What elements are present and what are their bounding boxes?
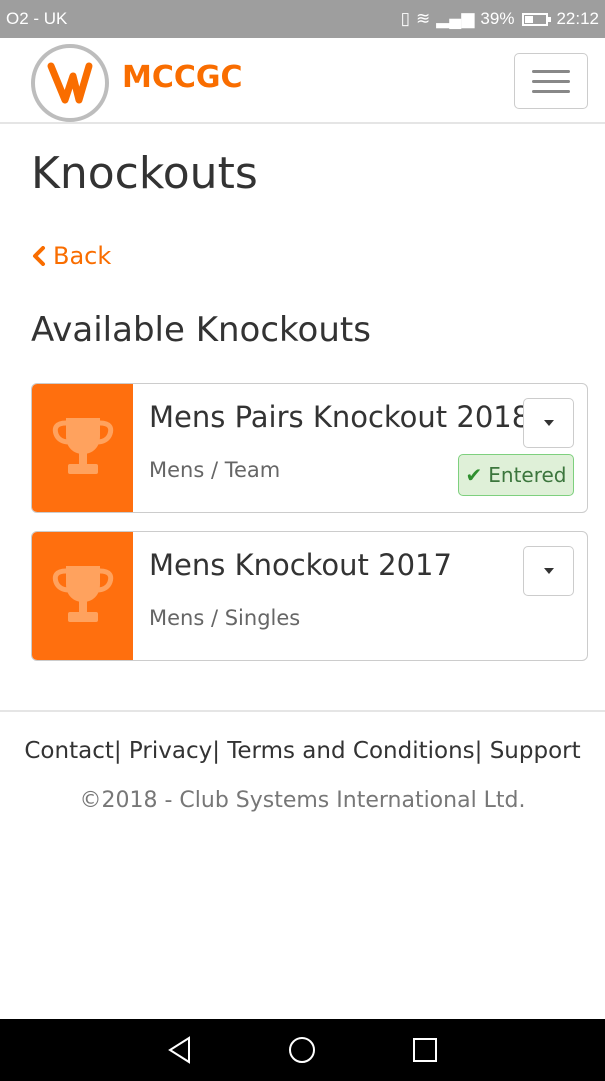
copyright-text: ©2018 - Club Systems International Ltd. (79, 788, 526, 813)
knockout-card[interactable]: Mens Knockout 2017 Mens / Singles (31, 531, 588, 661)
club-logo[interactable] (31, 44, 109, 122)
menu-toggle-button[interactable] (514, 53, 588, 109)
knockout-thumbnail (32, 532, 133, 660)
status-label: Entered (488, 463, 567, 487)
knockout-thumbnail (32, 384, 133, 512)
hamburger-bar-icon (532, 90, 570, 93)
wifi-icon: ≋ (415, 9, 431, 28)
signal-icon: ▂▄▆ (436, 9, 475, 28)
status-icons: ▯ ≋ ▂▄▆ 39% 22:12 (401, 9, 599, 29)
brand-name[interactable]: MCCGC (122, 60, 243, 95)
section-title: Available Knockouts (31, 310, 371, 350)
hamburger-bar-icon (532, 70, 570, 73)
knockout-title: Mens Pairs Knockout 2018 (149, 400, 531, 434)
knockout-category: Mens / Team (149, 458, 281, 482)
carrier-label: O2 - UK (6, 9, 68, 28)
footer-links: Contact| Privacy| Terms and Conditions| … (24, 738, 581, 764)
chevron-left-icon (33, 246, 45, 266)
battery-icon (522, 12, 552, 26)
hamburger-bar-icon (532, 80, 570, 83)
trophy-icon (52, 566, 114, 622)
footer-link-privacy[interactable]: Privacy (129, 738, 212, 764)
footer-link-support[interactable]: Support (490, 738, 581, 764)
android-nav-bar (0, 1019, 605, 1081)
logo-mark-icon (47, 62, 93, 104)
page-title: Knockouts (31, 148, 258, 199)
knockout-category: Mens / Singles (149, 606, 301, 630)
knockout-card[interactable]: Mens Pairs Knockout 2018 Mens / Team ✔ E… (31, 383, 588, 513)
back-link[interactable]: Back (31, 242, 111, 270)
options-dropdown-button[interactable] (523, 546, 574, 596)
check-icon: ✔ (465, 463, 483, 487)
entered-status-badge: ✔ Entered (458, 454, 574, 496)
knockout-title: Mens Knockout 2017 (149, 548, 452, 582)
clock: 22:12 (556, 9, 599, 28)
site-header: MCCGC (0, 38, 605, 124)
footer-divider (0, 710, 605, 712)
footer-link-terms[interactable]: Terms and Conditions (227, 738, 474, 764)
trophy-icon (52, 418, 114, 474)
status-bar: O2 - UK ▯ ≋ ▂▄▆ 39% 22:12 (0, 0, 605, 38)
back-triangle-icon[interactable] (167, 1036, 193, 1064)
home-circle-icon[interactable] (287, 1035, 317, 1065)
recents-square-icon[interactable] (412, 1037, 438, 1063)
options-dropdown-button[interactable] (523, 398, 574, 448)
battery-percent: 39% (480, 9, 515, 28)
vibrate-icon: ▯ (400, 9, 410, 28)
back-label: Back (53, 242, 112, 270)
footer-link-contact[interactable]: Contact (24, 738, 113, 764)
